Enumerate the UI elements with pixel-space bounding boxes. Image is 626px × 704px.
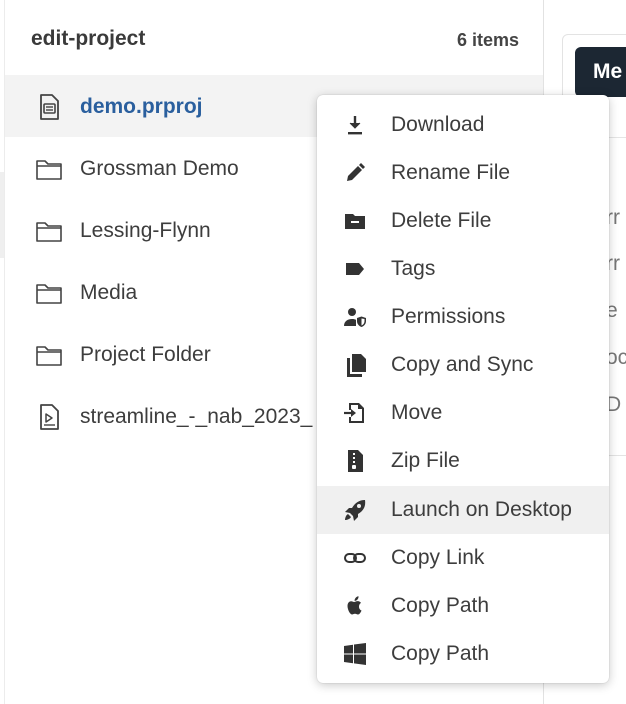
menu-item-copy-link[interactable]: Copy Link	[317, 534, 609, 582]
menu-item-copy-path-windows[interactable]: Copy Path	[317, 630, 609, 678]
menu-item-label: Zip File	[391, 449, 460, 472]
link-icon	[344, 553, 366, 563]
menu-item-label: Delete File	[391, 209, 492, 232]
rocket-icon	[345, 500, 366, 521]
menu-item-label: Copy Path	[391, 594, 490, 617]
folder-icon	[36, 284, 62, 304]
video-file-icon	[40, 404, 59, 430]
menu-item-zip[interactable]: Zip File	[317, 437, 609, 485]
zip-file-icon	[348, 450, 363, 472]
folder-icon	[36, 222, 62, 242]
menu-item-launch-desktop[interactable]: Launch on Desktop	[317, 486, 609, 534]
file-name: Media	[80, 281, 138, 304]
menu-item-label: Copy Link	[391, 546, 485, 569]
menu-item-label: Copy Path	[391, 642, 490, 665]
menu-item-label: Rename File	[391, 161, 511, 184]
panel-title: edit-project	[31, 27, 146, 50]
panel-header: edit-project 6 items	[5, 0, 543, 74]
move-file-icon	[344, 403, 364, 423]
menu-item-label: Tags	[391, 257, 436, 280]
apple-icon	[347, 596, 362, 615]
premiere-project-icon	[40, 94, 59, 120]
file-name: streamline_-_nab_2023_	[80, 405, 313, 428]
menu-item-move[interactable]: Move	[317, 389, 609, 437]
download-icon	[348, 116, 362, 135]
menu-item-permissions[interactable]: Permissions	[317, 293, 609, 341]
details-row-fragment: oc	[606, 346, 626, 369]
item-count: 6 items	[456, 30, 519, 50]
copy-icon	[347, 354, 366, 377]
menu-item-download[interactable]: Download	[317, 101, 609, 149]
menu-item-delete[interactable]: Delete File	[317, 197, 609, 245]
menu-item-label: Download	[391, 113, 485, 136]
folder-icon	[36, 160, 62, 180]
menu-item-label: Permissions	[391, 305, 506, 328]
file-name: Project Folder	[80, 343, 211, 366]
folder-minus-icon	[345, 214, 365, 229]
windows-icon	[344, 643, 366, 665]
folder-icon	[36, 346, 62, 366]
file-name: Grossman Demo	[80, 157, 239, 180]
file-name: demo.prproj	[80, 95, 203, 118]
menu-item-label: Copy and Sync	[391, 353, 534, 376]
media-tab-button[interactable]: Me	[575, 47, 626, 97]
menu-item-copy-path-mac[interactable]: Copy Path	[317, 582, 609, 630]
menu-item-rename[interactable]: Rename File	[317, 149, 609, 197]
menu-item-label: Move	[391, 401, 443, 424]
menu-item-tags[interactable]: Tags	[317, 245, 609, 293]
context-menu: Download Rename File Delete File Tags Pe…	[317, 95, 609, 683]
tag-icon	[346, 263, 364, 275]
menu-item-label: Launch on Desktop	[391, 498, 572, 521]
pencil-icon	[347, 163, 365, 181]
file-name: Lessing-Flynn	[80, 219, 211, 242]
user-shield-icon	[344, 308, 366, 327]
menu-item-copy-sync[interactable]: Copy and Sync	[317, 341, 609, 389]
